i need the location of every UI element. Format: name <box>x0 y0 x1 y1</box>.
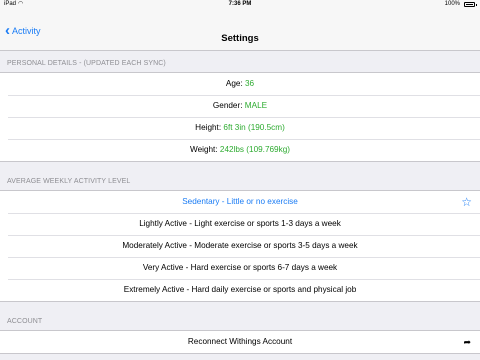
share-icon: ➦ <box>463 337 471 347</box>
activity-option-extremely-active[interactable]: Extremely Active - Hard daily exercise o… <box>0 279 480 301</box>
weight-row: Weight: 242lbs (109.769kg) <box>0 139 480 161</box>
reconnect-withings-button[interactable]: Reconnect Withings Account ➦ <box>0 331 480 353</box>
age-label: Age: <box>225 79 243 88</box>
navigation-bar: ‹ Activity Settings <box>0 9 480 51</box>
personal-details-header: PERSONAL DETAILS - (UPDATED EACH SYNC) <box>7 60 166 67</box>
height-value: 6ft 3in (190.5cm) <box>223 123 285 132</box>
status-time: 7:36 PM <box>228 1 252 7</box>
activity-option-label: Very Active - Hard exercise or sports 6-… <box>142 263 338 272</box>
activity-option-label: Extremely Active - Hard daily exercise o… <box>123 285 357 294</box>
activity-level-header: AVERAGE WEEKLY ACTIVITY LEVEL <box>7 178 131 185</box>
activity-option-label: Lightly Active - Light exercise or sport… <box>139 219 341 228</box>
star-icon: ☆ <box>461 195 472 209</box>
weight-label: Weight: <box>190 145 218 154</box>
activity-option-very-active[interactable]: Very Active - Hard exercise or sports 6-… <box>0 257 480 279</box>
reconnect-withings-label: Reconnect Withings Account <box>187 337 293 346</box>
account-header: ACCOUNT <box>7 318 43 325</box>
activity-option-lightly-active[interactable]: Lightly Active - Light exercise or sport… <box>0 213 480 235</box>
age-row: Age: 36 <box>0 73 480 95</box>
gender-label: Gender: <box>212 101 243 110</box>
personal-details-group: Age: 36 Gender: MALE Height: 6ft 3in (19… <box>0 72 480 162</box>
age-value: 36 <box>245 79 255 88</box>
activity-level-group: Sedentary - Little or no exercise ☆ Ligh… <box>0 190 480 302</box>
activity-option-moderately-active[interactable]: Moderately Active - Moderate exercise or… <box>0 235 480 257</box>
height-row: Height: 6ft 3in (190.5cm) <box>0 117 480 139</box>
activity-option-sedentary[interactable]: Sedentary - Little or no exercise ☆ <box>0 191 480 213</box>
battery-percent: 100% <box>444 1 460 7</box>
weight-value: 242lbs (109.769kg) <box>219 145 290 154</box>
page-title: Settings <box>221 33 259 44</box>
account-group: Reconnect Withings Account ➦ <box>0 330 480 354</box>
height-label: Height: <box>195 123 222 132</box>
battery-icon <box>464 2 477 7</box>
activity-option-label: Sedentary - Little or no exercise <box>182 197 298 206</box>
status-bar: iPad ◠ 7:36 PM 100% <box>0 0 480 9</box>
gender-row: Gender: MALE <box>0 95 480 117</box>
gender-value: MALE <box>244 101 268 110</box>
activity-option-label: Moderately Active - Moderate exercise or… <box>122 241 358 250</box>
